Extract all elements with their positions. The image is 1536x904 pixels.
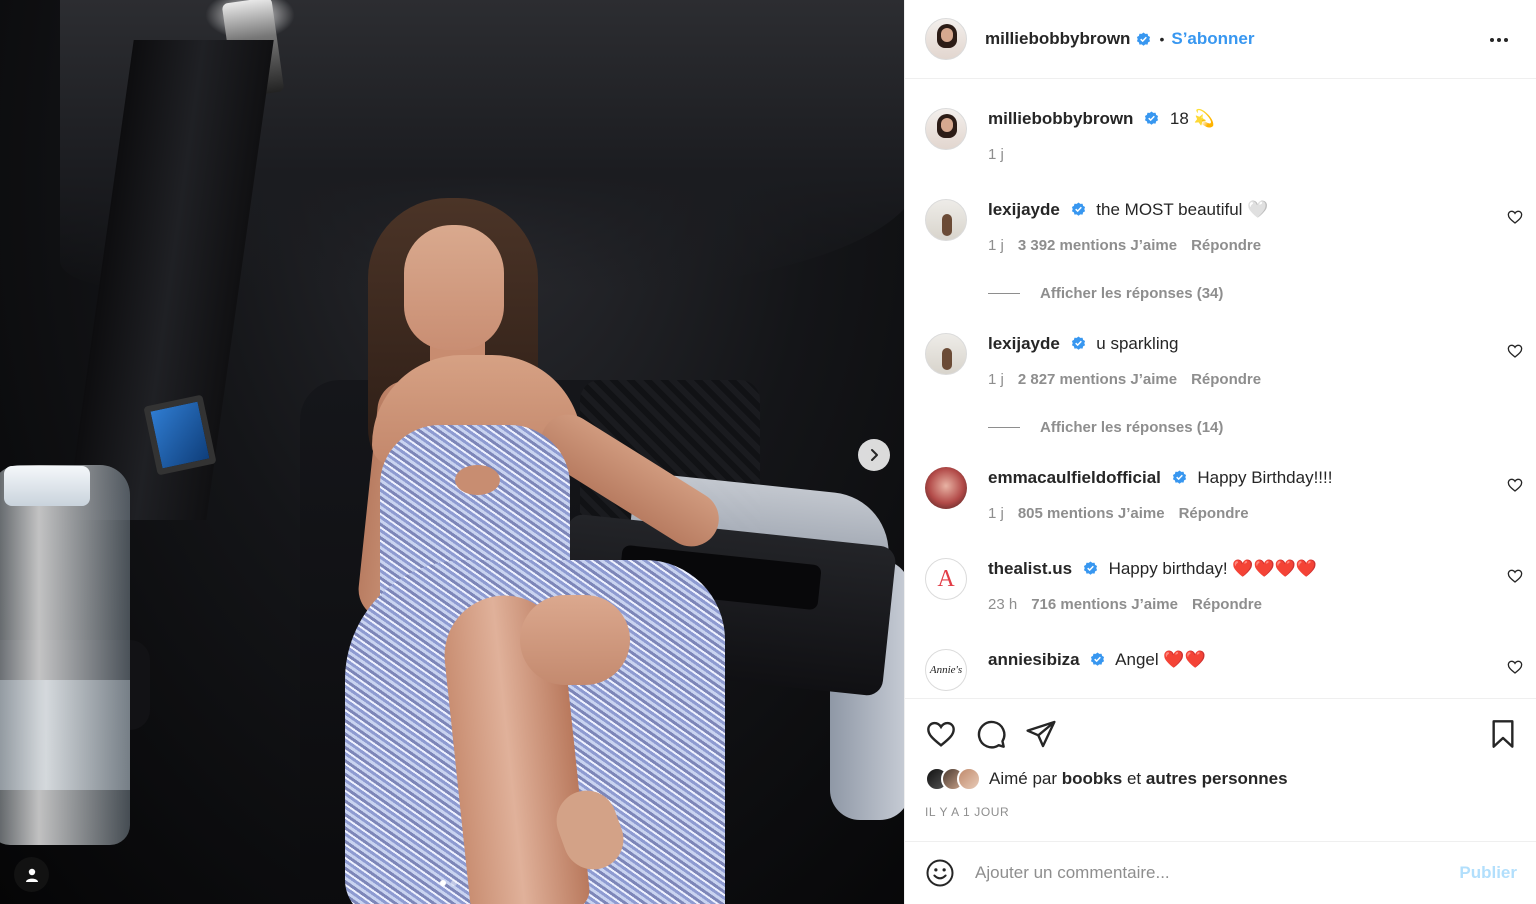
comment-input[interactable]: [975, 863, 1460, 883]
photo-bottle-cap: [4, 466, 90, 506]
comment-likes-count[interactable]: 2 827 mentions J’aime: [1018, 371, 1177, 388]
comment-age[interactable]: 1 j: [988, 505, 1004, 522]
verified-icon: [1083, 561, 1098, 576]
header-separator: •: [1159, 31, 1165, 47]
share-icon[interactable]: [1025, 718, 1057, 750]
like-heart-icon[interactable]: [925, 718, 957, 750]
author-username[interactable]: milliebobbybrown: [985, 29, 1130, 49]
caption-author-avatar[interactable]: [925, 108, 967, 150]
avatar: [957, 767, 981, 791]
reply-button[interactable]: Répondre: [1191, 371, 1261, 388]
more-icon: [1490, 38, 1494, 42]
reply-button[interactable]: Répondre: [1179, 505, 1249, 522]
photo-person-knee: [520, 595, 630, 685]
comment-form: Publier: [905, 841, 1536, 904]
post-header: milliebobbybrown • S’abonner: [905, 0, 1536, 79]
comment-text: the MOST beautiful 🤍: [1096, 200, 1269, 219]
comment-likes-count[interactable]: 716 mentions J’aime: [1031, 596, 1178, 613]
follow-button[interactable]: S’abonner: [1171, 29, 1254, 49]
verified-icon: [1071, 336, 1086, 351]
commenter-avatar[interactable]: [925, 333, 967, 375]
carousel-dot: [451, 880, 457, 886]
caption-age[interactable]: 1 j: [988, 146, 1004, 163]
reply-button[interactable]: Répondre: [1191, 237, 1261, 254]
comments-list[interactable]: milliebobbybrown 18 💫 1 j lexijayde the …: [905, 80, 1536, 698]
tagged-users-button[interactable]: [14, 857, 49, 892]
author-avatar[interactable]: [925, 18, 967, 60]
commenter-avatar[interactable]: [925, 467, 967, 509]
post-photo[interactable]: [0, 0, 904, 904]
post-actions: Aimé par boobks et autres personnes IL Y…: [905, 698, 1536, 840]
comment-likes-count[interactable]: 3 392 mentions J’aime: [1018, 237, 1177, 254]
heart-icon[interactable]: [1507, 343, 1523, 359]
commenter-avatar[interactable]: [925, 199, 967, 241]
comment-age[interactable]: 23 h: [988, 596, 1017, 613]
caption-author-username[interactable]: milliebobbybrown: [988, 109, 1133, 128]
heart-icon[interactable]: [1507, 568, 1523, 584]
liked-by-others[interactable]: autres personnes: [1146, 769, 1288, 789]
view-replies-button[interactable]: Afficher les réponses (34): [988, 285, 1223, 302]
carousel-next-button[interactable]: [858, 439, 890, 471]
header-user: milliebobbybrown • S’abonner: [985, 29, 1254, 49]
photo-person-dress-cutout: [455, 465, 500, 495]
publish-button[interactable]: Publier: [1459, 863, 1517, 883]
commenter-username[interactable]: lexijayde: [988, 334, 1060, 353]
commenter-username[interactable]: lexijayde: [988, 200, 1060, 219]
verified-icon: [1136, 31, 1151, 47]
liker-avatars[interactable]: [925, 767, 981, 791]
heart-icon[interactable]: [1507, 209, 1523, 225]
comment-text: u sparkling: [1096, 334, 1179, 353]
user-tag-icon: [25, 868, 38, 882]
photo-bottle-label: [0, 680, 130, 790]
commenter-username[interactable]: emmacaulfieldofficial: [988, 468, 1161, 487]
post-side-panel: milliebobbybrown • S’abonner milliebobby…: [904, 0, 1536, 904]
liked-by-user[interactable]: boobks: [1062, 769, 1122, 789]
reply-button[interactable]: Répondre: [1192, 596, 1262, 613]
comment-icon[interactable]: [975, 718, 1007, 750]
caption-text: 18 💫: [1169, 109, 1215, 128]
verified-icon: [1090, 652, 1105, 667]
verified-icon: [1144, 111, 1159, 126]
verified-icon: [1071, 202, 1086, 217]
post-timestamp[interactable]: IL Y A 1 JOUR: [925, 805, 1009, 819]
carousel-dot-active: [440, 880, 446, 886]
view-replies-button[interactable]: Afficher les réponses (14): [988, 419, 1223, 436]
comment-likes-count[interactable]: 805 mentions J’aime: [1018, 505, 1165, 522]
carousel-indicator: [440, 880, 457, 886]
comment-age[interactable]: 1 j: [988, 371, 1004, 388]
heart-icon[interactable]: [1507, 477, 1523, 493]
verified-icon: [1172, 470, 1187, 485]
commenter-username[interactable]: anniesibiza: [988, 650, 1080, 669]
commenter-avatar[interactable]: A: [925, 558, 967, 600]
chevron-right-icon: [871, 449, 878, 461]
commenter-username[interactable]: thealist.us: [988, 559, 1072, 578]
liked-by-conjunction: et: [1126, 769, 1142, 788]
commenter-avatar[interactable]: Annie's: [925, 649, 967, 691]
heart-icon[interactable]: [1507, 659, 1523, 675]
comment-text: Happy birthday! ❤️❤️❤️❤️: [1108, 559, 1318, 578]
emoji-icon[interactable]: [925, 858, 955, 888]
photo-person-face: [404, 225, 504, 350]
more-options-button[interactable]: [1487, 30, 1511, 50]
comment-age[interactable]: 1 j: [988, 237, 1004, 254]
bookmark-icon[interactable]: [1487, 718, 1519, 750]
liked-by-prefix: Aimé par: [989, 769, 1058, 788]
liked-by-summary: Aimé par boobks et autres personnes: [925, 767, 1288, 791]
comment-text: Angel ❤️❤️: [1115, 650, 1206, 669]
comment-text: Happy Birthday!!!!: [1197, 468, 1333, 487]
